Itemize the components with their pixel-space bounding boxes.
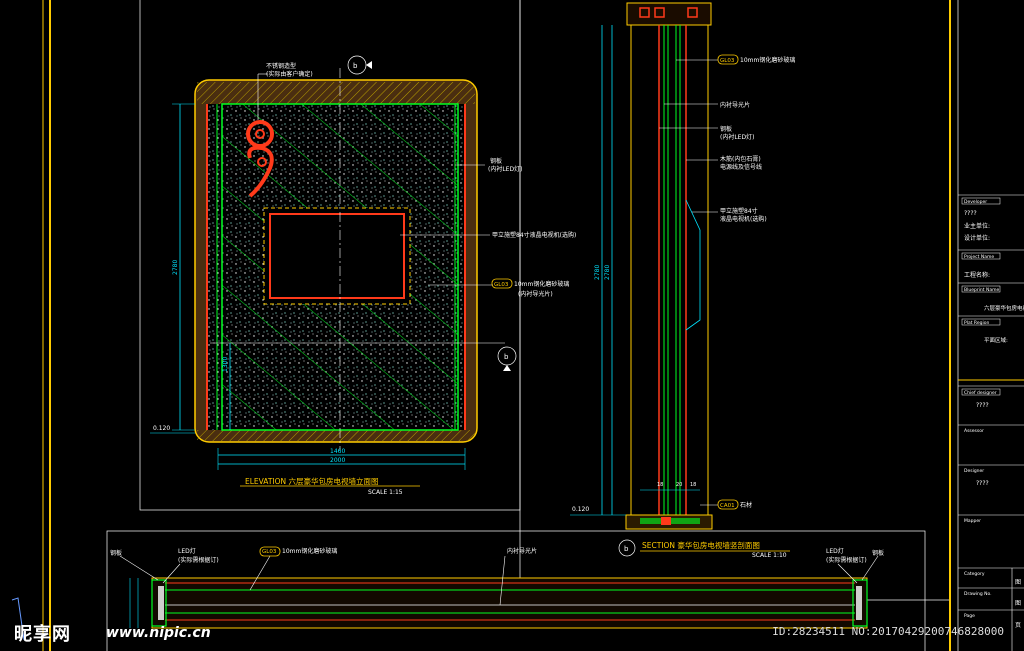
section-view: GL03 10mm钢化磨砂玻璃 内衬导光片 钢板 (内衬LED灯) 木筋(内包石… [570,2,795,559]
note-right-1: 钢板 [490,157,502,165]
section-scale: SCALE 1:10 [752,552,787,559]
tb-chief-tag: Chief designer [964,390,997,396]
tb-small-a: 图 [1015,579,1021,586]
section-title: SECTION 豪华包房电视墙竖剖面图 [642,540,760,550]
tb-chief-value: ???? [976,402,989,409]
tb-developer-text: 业主单位: [964,222,990,230]
tb-developer-tag: Developer [964,199,987,205]
plan-guide: 内衬导光片 [507,547,537,555]
note-top-2: (实际由客户确定) [266,70,313,78]
section-steel-2: (内衬LED灯) [720,133,754,141]
elevation-scale: SCALE 1:15 [368,489,403,496]
tb-plat-tag: Plat Region [964,320,989,326]
note-glass-2: (内衬导光片) [518,290,553,298]
tb-designer-tag: Designer [964,468,984,474]
section-dim-base: 0.120 [572,506,589,513]
tb-small-b: 图 [1015,600,1021,607]
title-block: Developer ???? 业主单位: 设计单位: Project Name … [958,194,1024,651]
section-dim-b1: 18 [657,482,663,488]
elevation-view: 不锈钢造型 (实际由客户确定) 钢板 (内衬LED灯) 甲立施塑84寸液晶电视机… [150,55,576,496]
cad-drawing: 不锈钢造型 (实际由客户确定) 钢板 (内衬LED灯) 甲立施塑84寸液晶电视机… [11,0,1024,651]
section-dim-height-2: 2780 [604,265,611,280]
section-bottom-tag: CA01 [720,503,735,509]
section-callout-label: b [624,545,629,553]
tb-designer-value: ???? [976,480,989,487]
dim-height-inner: 1300 [222,357,229,372]
tb-page-tag: Page [964,613,975,619]
plan-led-right-1: LED灯 [826,547,844,555]
note-right-2: (内衬LED灯) [488,165,522,173]
plan-led-left-1: LED灯 [178,547,196,555]
tb-project-text: 工程名称: [964,271,990,279]
tb-plat-text: 平面区域: [984,336,1008,344]
plan-led-right-2: (实际需根据订) [826,556,867,564]
callout-top-label: b [353,62,358,70]
tb-assessor-tag: Assessor [964,428,984,434]
tb-small-c: 页 [1015,622,1021,629]
dim-width-inner: 1460 [330,448,345,455]
section-wood-2: 电源线及信号线 [720,163,762,171]
section-dim-height: 2780 [594,265,601,280]
plan-led-left-2: (实际需根据订) [178,556,219,564]
plan-gl-tag: GL03 [262,549,277,555]
watermark-site: 昵享网 [14,624,71,645]
section-tv-2: 液晶电视机(选购) [720,215,767,223]
tb-drawing-tag: Drawing No. [964,591,992,597]
section-tv-1: 甲立施塑84寸 [720,207,758,215]
section-guide: 内衬导光片 [720,101,750,109]
elevation-title: ELEVATION 六层豪华包房电视墙立面图 [245,476,379,486]
tb-blueprint-text: 六层豪华包房电视墙 [984,304,1024,312]
note-top-1: 不锈钢造型 [266,62,296,70]
dim-width-outer: 2000 [330,457,345,464]
section-wood-1: 木筋(内包石膏) [720,155,761,163]
section-dim-b3: 18 [690,482,696,488]
dim-height-left: 2780 [172,260,179,275]
callout-right-label: b [504,353,509,361]
section-steel-1: 钢板 [720,125,732,133]
tb-developer-value: ???? [964,210,977,217]
tb-dev-line2: 设计单位: [964,234,990,242]
tb-blueprint-tag: Blueprint Name [964,287,999,293]
section-bottom-note: 石材 [740,501,752,509]
tb-category-tag: Category [964,571,985,577]
note-glass-tag: GL03 [494,282,509,288]
tb-mapper-tag: Mapper [964,518,981,524]
watermark-url: www.nipic.cn [106,625,211,641]
plan-steel-right: 钢板 [872,549,884,557]
note-tv: 甲立施塑84寸液晶电视机(选购) [492,231,576,239]
section-gl-tag: GL03 [720,58,735,64]
note-glass: 10mm钢化磨砂玻璃 [514,280,569,288]
tb-project-tag: Project Name [964,254,994,260]
plan-steel-left: 钢板 [110,549,122,557]
section-dim-b2: 20 [676,482,682,488]
section-gl: 10mm钢化磨砂玻璃 [740,56,795,64]
dim-base: 0.120 [153,425,170,432]
watermark-id: ID:28234511 NO:20170429200746828000 [772,625,1004,638]
plan-gl: 10mm钢化磨砂玻璃 [282,547,337,555]
